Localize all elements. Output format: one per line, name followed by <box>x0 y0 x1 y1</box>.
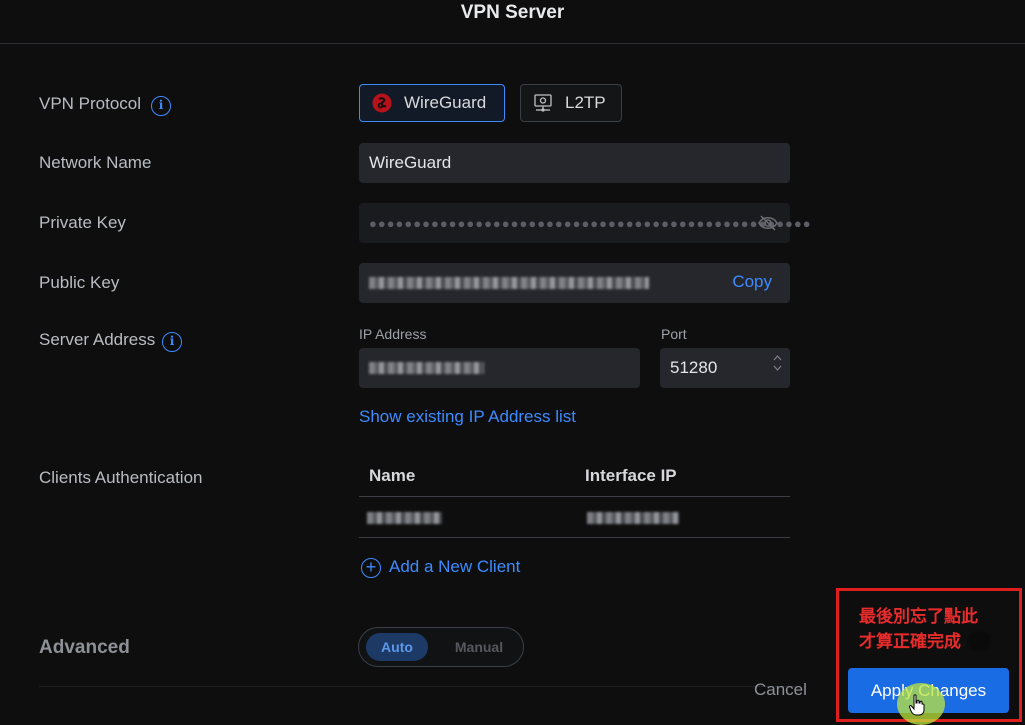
footer-divider <box>39 686 799 687</box>
vpn-protocol-label: VPN Protocol <box>39 94 142 113</box>
advanced-mode-toggle[interactable]: Auto Manual <box>358 627 524 667</box>
chevron-down-icon[interactable] <box>773 365 782 371</box>
toggle-manual[interactable]: Manual <box>441 633 517 661</box>
server-address-label: Server Address <box>39 330 156 349</box>
public-key-label: Public Key <box>39 273 120 292</box>
page-title: VPN Server <box>460 2 565 23</box>
chevron-up-icon[interactable] <box>773 355 782 361</box>
port-value: 51280 <box>670 358 718 377</box>
clients-auth-label: Clients Authentication <box>39 468 203 487</box>
network-name-label: Network Name <box>39 153 152 172</box>
ip-address-redacted <box>369 362 484 374</box>
toggle-auto[interactable]: Auto <box>366 633 428 661</box>
protocol-wireguard-label: WireGuard <box>404 93 487 112</box>
ip-address-input[interactable] <box>359 348 640 388</box>
plus-circle-icon[interactable]: + <box>361 558 381 578</box>
annotation-scribble <box>968 632 990 650</box>
network-name-value: WireGuard <box>369 153 452 172</box>
advanced-label: Advanced <box>39 637 130 658</box>
port-label: Port <box>661 326 687 342</box>
protocol-wireguard-button[interactable]: WireGuard <box>359 84 505 122</box>
show-ip-list-link[interactable]: Show existing IP Address list <box>359 407 576 427</box>
public-key-field: Copy <box>359 263 790 303</box>
public-key-redacted <box>369 277 649 289</box>
private-key-masked: ●●●●●●●●●●●●●●●●●●●●●●●●●●●●●●●●●●●●●●●●… <box>369 215 812 231</box>
private-key-label: Private Key <box>39 213 126 232</box>
info-icon[interactable]: i <box>162 332 182 352</box>
client-ip-redacted <box>587 512 679 524</box>
port-stepper[interactable] <box>773 355 782 371</box>
network-name-input[interactable]: WireGuard <box>359 143 790 183</box>
add-client-link[interactable]: Add a New Client <box>389 557 520 577</box>
l2tp-icon <box>533 93 553 113</box>
port-input[interactable]: 51280 <box>660 348 790 388</box>
table-row[interactable] <box>359 498 790 538</box>
info-icon[interactable]: i <box>151 96 171 116</box>
private-key-field: ●●●●●●●●●●●●●●●●●●●●●●●●●●●●●●●●●●●●●●●●… <box>359 203 811 243</box>
ip-address-label: IP Address <box>359 326 427 342</box>
client-name-redacted <box>367 512 442 524</box>
eye-off-icon[interactable] <box>758 214 778 237</box>
hand-cursor-icon <box>909 694 925 721</box>
column-interface-ip-header: Interface IP <box>585 466 677 485</box>
modal-header: VPN Server <box>0 0 1025 44</box>
wireguard-icon <box>372 93 392 113</box>
clients-table-header: Name Interface IP <box>359 457 790 497</box>
column-name-header: Name <box>369 466 416 485</box>
copy-button[interactable]: Copy <box>732 272 772 292</box>
protocol-l2tp-button[interactable]: L2TP <box>520 84 622 122</box>
cancel-button[interactable]: Cancel <box>754 680 807 700</box>
protocol-l2tp-label: L2TP <box>565 93 606 112</box>
